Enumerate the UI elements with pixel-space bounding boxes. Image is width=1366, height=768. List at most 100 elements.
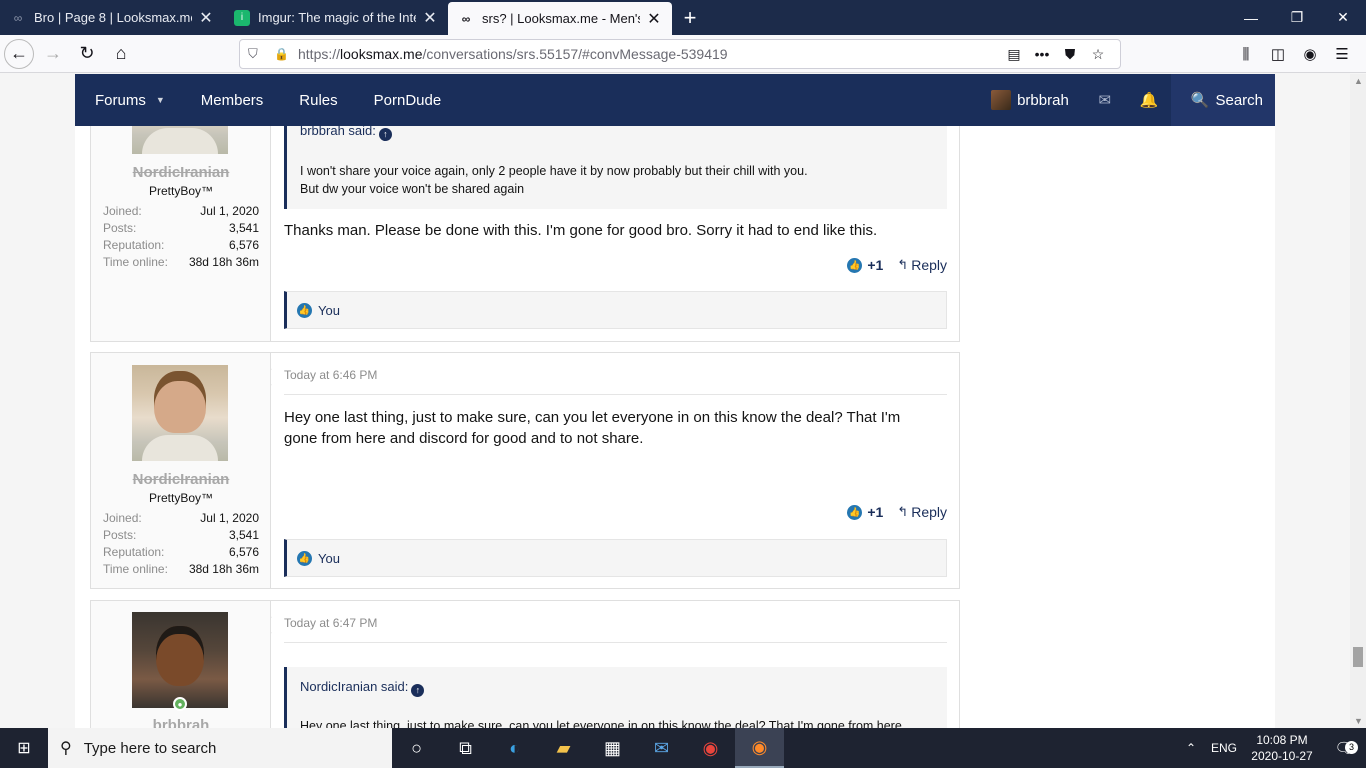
like-button[interactable]: 👍 +1 — [847, 257, 883, 273]
message-date[interactable]: Today at 6:47 PM — [284, 616, 377, 630]
chevron-down-icon[interactable]: ▼ — [156, 95, 165, 105]
username: brbbrah — [1017, 91, 1069, 109]
scroll-down-icon[interactable]: ▼ — [1354, 716, 1363, 726]
home-icon[interactable]: ⌂ — [106, 39, 136, 69]
bell-icon[interactable]: 🔔 — [1127, 74, 1171, 126]
browser-tab-2[interactable]: i Imgur: The magic of the Intern ✕ — [224, 0, 448, 35]
back-icon[interactable]: ← — [4, 38, 34, 69]
user-title: PrettyBoy™ — [148, 491, 214, 505]
mail-icon[interactable]: ✉ — [637, 728, 686, 768]
search-icon: ⚲ — [60, 740, 72, 757]
nav-forums[interactable]: Forums ▼ — [75, 74, 183, 126]
browser-tab-1[interactable]: ∞ Bro | Page 8 | Looksmax.me - M ✕ — [0, 0, 224, 35]
divider — [284, 642, 947, 643]
taskbar-search-input[interactable]: ⚲ Type here to search — [48, 728, 392, 768]
reply-icon: ↰ — [897, 257, 909, 272]
arrow-up-icon[interactable]: ↑ — [378, 128, 392, 141]
firefox-icon[interactable]: ◉ — [735, 728, 784, 768]
windows-start-icon[interactable]: ⊞ — [0, 728, 48, 768]
thumbs-up-icon: 👍 — [297, 550, 312, 566]
bookmark-star-icon[interactable]: ☆ — [1084, 46, 1112, 63]
quote-block: NordicIranian said: ↑ Hey one last thing,… — [284, 667, 947, 728]
message-user-panel: NordicIranian PrettyBoy™ Joined: Jul 1, 2… — [91, 353, 271, 588]
quote-author[interactable]: NordicIranian said: ↑ — [300, 679, 425, 697]
nav-porndude[interactable]: PornDude — [356, 74, 460, 126]
close-window-icon[interactable]: ✕ — [1320, 0, 1366, 35]
search-icon: 🔍 — [1190, 92, 1210, 109]
nav-rules[interactable]: Rules — [281, 74, 355, 126]
thumbs-up-icon: 👍 — [847, 257, 863, 273]
notification-count: 3 — [1345, 741, 1358, 754]
chrome-icon[interactable]: ◉ — [686, 728, 735, 768]
clock[interactable]: 10:08 PM 2020-10-27 — [1242, 732, 1322, 764]
reactions-list[interactable]: You — [318, 551, 340, 566]
message-date[interactable]: Today at 6:46 PM — [284, 368, 377, 382]
url-bar[interactable]: ⛉ 🔒 https://looksmax.me/conversations/sr… — [239, 39, 1121, 69]
reader-view-icon[interactable]: ▤ — [1000, 46, 1028, 63]
user-title: PrettyBoy™ — [148, 184, 214, 198]
avatar[interactable] — [132, 612, 228, 708]
reply-button[interactable]: ↰ Reply — [897, 504, 947, 520]
url-text[interactable]: https://looksmax.me/conversations/srs.55… — [298, 46, 1000, 62]
username-link[interactable]: NordicIranian — [91, 471, 271, 488]
language-indicator[interactable]: ENG — [1206, 741, 1242, 755]
message: ● brbbrah Today at 6:47 PM NordicIranian… — [90, 600, 960, 728]
quote-text: Hey one last thing, just to make sure, c… — [300, 719, 902, 728]
message: NordicIranian PrettyBoy™ Joined: Jul 1, 2… — [90, 352, 960, 589]
message-user-panel: ● brbbrah — [91, 601, 271, 728]
shield-icon[interactable]: ⛉ — [248, 46, 264, 62]
more-actions-icon[interactable]: ••• — [1028, 46, 1056, 62]
page-viewport: Forums ▼ Members Rules PornDude brbbrah ✉… — [0, 74, 1350, 728]
scroll-up-icon[interactable]: ▲ — [1354, 76, 1363, 86]
arrow-up-icon[interactable]: ↑ — [411, 684, 425, 697]
username-link[interactable]: brbbrah — [91, 717, 271, 728]
page-scrollbar[interactable]: ▲ ▼ — [1350, 74, 1366, 728]
library-icon[interactable]: ⫼ — [1230, 46, 1262, 63]
reactions-bar[interactable]: 👍 You — [284, 539, 947, 577]
user-stats: Joined: Jul 1, 2020 Posts: 3,541 Reputatio… — [103, 511, 259, 576]
reload-icon[interactable]: ↻ — [72, 39, 102, 69]
tab-title: Imgur: The magic of the Intern — [258, 10, 416, 25]
notification-icon[interactable]: 🗨 3 — [1322, 739, 1366, 757]
new-tab-button[interactable]: + — [672, 0, 708, 35]
windows-taskbar: ⊞ ⚲ Type here to search ○ ⧉ ◐ ▰ ▦ ✉ ◉ ◉ … — [0, 728, 1366, 768]
scrollbar-thumb[interactable] — [1353, 647, 1363, 667]
tab-title: Bro | Page 8 | Looksmax.me - M — [34, 10, 192, 25]
envelope-icon[interactable]: ✉ — [1083, 74, 1127, 126]
reactions-bar[interactable]: 👍 You — [284, 291, 947, 329]
pocket-icon[interactable]: ⛊ — [1056, 46, 1084, 63]
forward-icon[interactable]: → — [38, 39, 68, 69]
browser-tab-strip: ∞ Bro | Page 8 | Looksmax.me - M ✕ i Img… — [0, 0, 1366, 35]
imgur-icon: i — [234, 9, 250, 26]
file-explorer-icon[interactable]: ▰ — [539, 728, 588, 768]
close-icon[interactable]: ✕ — [422, 8, 438, 28]
edge-icon[interactable]: ◐ — [490, 728, 539, 768]
reply-button[interactable]: ↰ Reply — [897, 257, 947, 273]
close-icon[interactable]: ✕ — [198, 8, 214, 28]
store-icon[interactable]: ▦ — [588, 728, 637, 768]
reactions-list[interactable]: You — [318, 303, 340, 318]
user-menu[interactable]: brbbrah — [991, 74, 1083, 126]
account-icon[interactable]: ◉ — [1294, 45, 1326, 63]
username-link[interactable]: NordicIranian — [91, 164, 271, 181]
nav-members[interactable]: Members — [183, 74, 282, 126]
message-actions: 👍 +1 ↰ Reply — [847, 504, 947, 520]
restore-icon[interactable]: ❐ — [1274, 0, 1320, 35]
sidebar-icon[interactable]: ◫ — [1262, 45, 1294, 63]
avatar — [991, 90, 1012, 110]
message-text: Thanks man. Please be done with this. I'… — [284, 222, 878, 239]
cortana-icon[interactable]: ○ — [392, 728, 441, 768]
search-button[interactable]: 🔍 Search — [1170, 74, 1275, 126]
browser-tab-3[interactable]: ∞ srs? | Looksmax.me - Men's Sel ✕ — [448, 2, 672, 35]
chevron-up-icon[interactable]: ⌃ — [1176, 741, 1206, 755]
lock-icon[interactable]: 🔒 — [274, 47, 289, 61]
task-view-icon[interactable]: ⧉ — [441, 728, 490, 768]
divider — [284, 394, 947, 395]
user-stats: Joined: Jul 1, 2020 Posts: 3,541 Reputatio… — [103, 204, 259, 269]
avatar[interactable] — [132, 365, 228, 461]
like-button[interactable]: 👍 +1 — [847, 504, 883, 520]
minimize-icon[interactable]: — — [1228, 0, 1274, 35]
menu-icon[interactable]: ☰ — [1326, 45, 1358, 63]
quote-text: I won't share your voice again, only 2 p… — [300, 164, 808, 196]
close-icon[interactable]: ✕ — [646, 9, 662, 29]
